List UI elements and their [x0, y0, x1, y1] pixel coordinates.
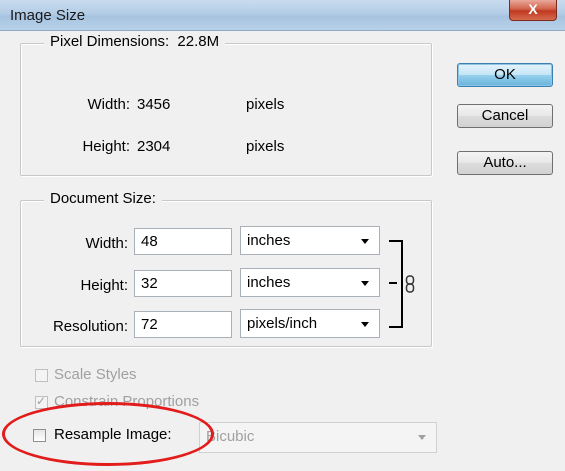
doc-width-input[interactable]: 48	[134, 228, 232, 255]
doc-height-label: Height:	[80, 277, 128, 294]
document-size-legend: Document Size:	[44, 190, 162, 207]
cancel-button[interactable]: Cancel	[457, 104, 553, 128]
doc-width-unit-select[interactable]: inches	[240, 226, 380, 255]
pixel-height-unit: pixels	[246, 138, 285, 155]
chevron-down-icon	[361, 281, 369, 286]
title-bar: Image Size X	[0, 0, 565, 31]
scale-styles-label: Scale Styles	[54, 366, 137, 383]
pixel-width-value: 3456	[137, 96, 171, 113]
highlight-ellipse	[2, 402, 214, 466]
doc-width-unit-value: inches	[247, 232, 291, 249]
doc-height-input[interactable]: 32	[134, 270, 232, 297]
ok-button[interactable]: OK	[457, 63, 553, 87]
doc-resolution-input[interactable]: 72	[134, 311, 232, 338]
window-title: Image Size	[10, 7, 86, 24]
pixel-dimensions-legend: Pixel Dimensions: 22.8M	[44, 33, 226, 50]
doc-resolution-unit-value: pixels/inch	[247, 315, 318, 332]
chevron-down-icon	[361, 322, 369, 327]
doc-resolution-unit-select[interactable]: pixels/inch	[240, 309, 380, 338]
link-icon	[405, 275, 415, 293]
resample-method-select[interactable]: Bicubic	[199, 422, 437, 453]
pixel-height-value: 2304	[137, 138, 171, 155]
close-button[interactable]: X	[509, 0, 557, 21]
pixel-width-unit: pixels	[246, 96, 285, 113]
auto-button[interactable]: Auto...	[457, 151, 553, 175]
pixel-dimensions-size: 22.8M	[177, 33, 220, 50]
bracket-connector	[389, 282, 397, 284]
doc-height-unit-value: inches	[247, 274, 291, 291]
doc-height-unit-select[interactable]: inches	[240, 268, 380, 297]
chevron-down-icon	[418, 435, 426, 440]
doc-width-label: Width:	[85, 235, 128, 252]
constrain-bracket	[389, 240, 403, 328]
doc-resolution-label: Resolution:	[52, 318, 128, 335]
chevron-down-icon	[361, 239, 369, 244]
close-icon: X	[528, 1, 538, 17]
pixel-width-label: Width:	[87, 96, 130, 113]
pixel-dimensions-label: Pixel Dimensions:	[50, 33, 170, 50]
scale-styles-checkbox[interactable]	[35, 369, 48, 382]
checkmark-icon: ✓	[36, 394, 47, 408]
pixel-height-label: Height:	[82, 138, 130, 155]
